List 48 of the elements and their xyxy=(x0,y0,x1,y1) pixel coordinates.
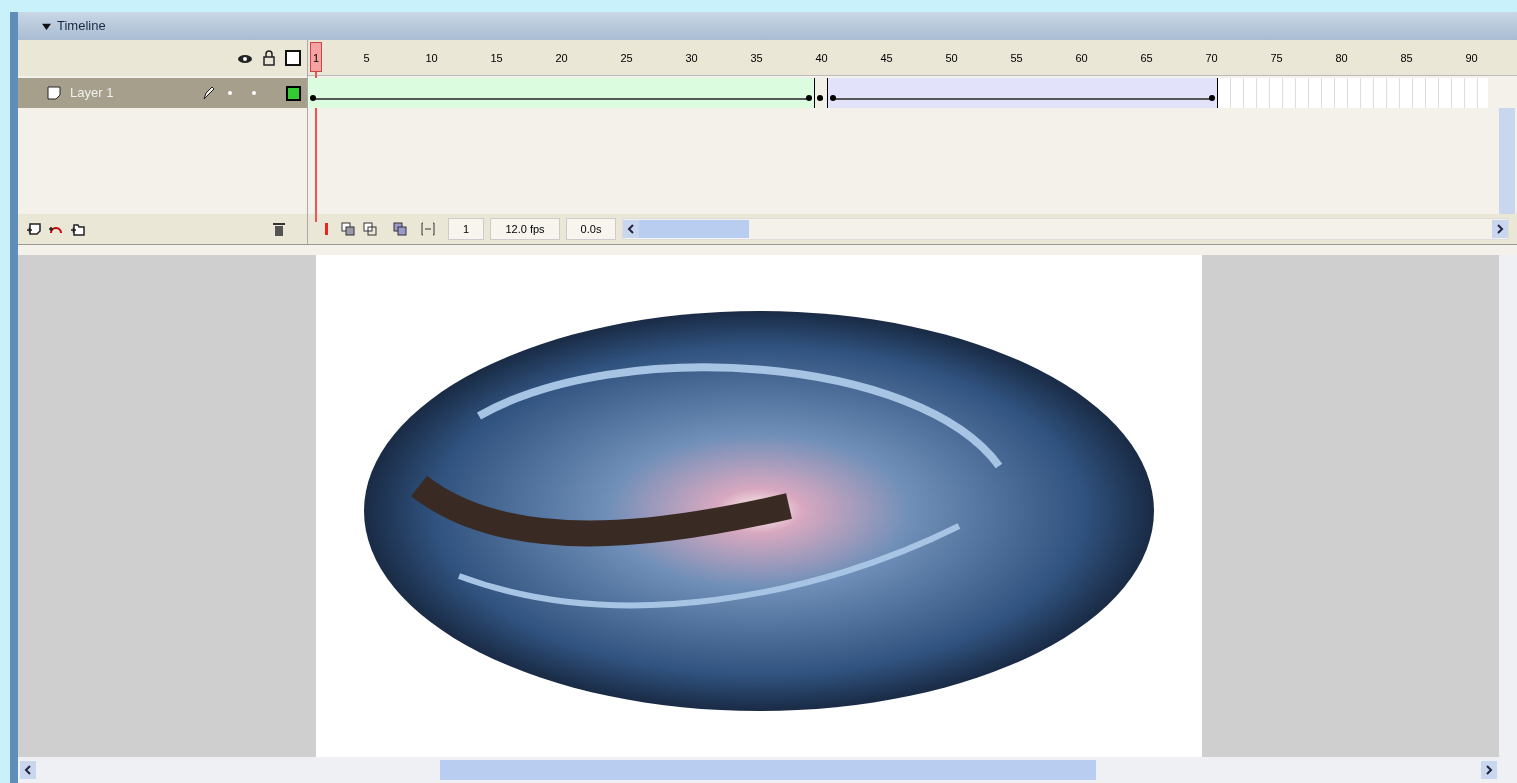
onion-markers-icon[interactable] xyxy=(420,221,436,237)
scroll-right-icon[interactable] xyxy=(1492,220,1508,238)
frame-ruler[interactable]: 1 5 10 15 20 25 30 35 40 45 50 55 60 65 70 75 80 85 90 xyxy=(308,40,1517,76)
vertical-scrollbar[interactable] xyxy=(1499,108,1515,214)
frame-number: 85 xyxy=(1399,51,1414,66)
playhead[interactable]: 1 xyxy=(310,42,322,72)
frame-number: 45 xyxy=(879,51,894,66)
frame-rate-field[interactable]: 12.0 fps xyxy=(490,218,560,240)
frame-number: 80 xyxy=(1334,51,1349,66)
frame-number: 40 xyxy=(814,51,829,66)
collapse-triangle-icon[interactable] xyxy=(42,21,51,31)
frame-number: 60 xyxy=(1074,51,1089,66)
stage-scroll-thumb[interactable] xyxy=(440,760,1096,780)
frame-number: 70 xyxy=(1204,51,1219,66)
trash-icon[interactable] xyxy=(271,221,287,237)
frame-number: 20 xyxy=(554,51,569,66)
add-folder-icon[interactable] xyxy=(68,221,88,237)
layer-page-icon[interactable] xyxy=(46,85,62,101)
stage-scroll-right-icon[interactable] xyxy=(1481,761,1497,779)
frame-number: 35 xyxy=(749,51,764,66)
outline-color-swatch[interactable] xyxy=(286,85,301,101)
frame-number: 10 xyxy=(424,51,439,66)
stage-scroll-left-icon[interactable] xyxy=(20,761,36,779)
frame-number: 30 xyxy=(684,51,699,66)
frame-number: 75 xyxy=(1269,51,1284,66)
current-frame-field[interactable]: 1 xyxy=(448,218,484,240)
frame-number: 55 xyxy=(1009,51,1024,66)
scroll-left-icon[interactable] xyxy=(623,220,639,238)
panel-title: Timeline xyxy=(57,17,106,36)
tween-span[interactable] xyxy=(308,78,815,108)
tween-span[interactable] xyxy=(815,78,828,108)
add-layer-icon[interactable] xyxy=(24,221,44,237)
frame-number: 65 xyxy=(1139,51,1154,66)
pencil-icon[interactable] xyxy=(200,85,216,101)
frame-number: 50 xyxy=(944,51,959,66)
scroll-thumb[interactable] xyxy=(639,220,749,238)
horizontal-scrollbar[interactable] xyxy=(622,218,1509,240)
frame-number: 90 xyxy=(1464,51,1479,66)
edit-multiple-frames-icon[interactable] xyxy=(392,221,408,237)
frame-number: 5 xyxy=(362,51,371,66)
frame-number: 15 xyxy=(489,51,504,66)
frame-number: 25 xyxy=(619,51,634,66)
outline-icon[interactable] xyxy=(285,50,301,66)
lock-icon[interactable] xyxy=(261,50,277,66)
elapsed-time-field[interactable]: 0.0s xyxy=(566,218,616,240)
onion-skin-icon[interactable] xyxy=(340,221,356,237)
stage-vertical-scrollbar[interactable] xyxy=(1499,255,1517,783)
onion-outline-icon[interactable] xyxy=(362,221,378,237)
